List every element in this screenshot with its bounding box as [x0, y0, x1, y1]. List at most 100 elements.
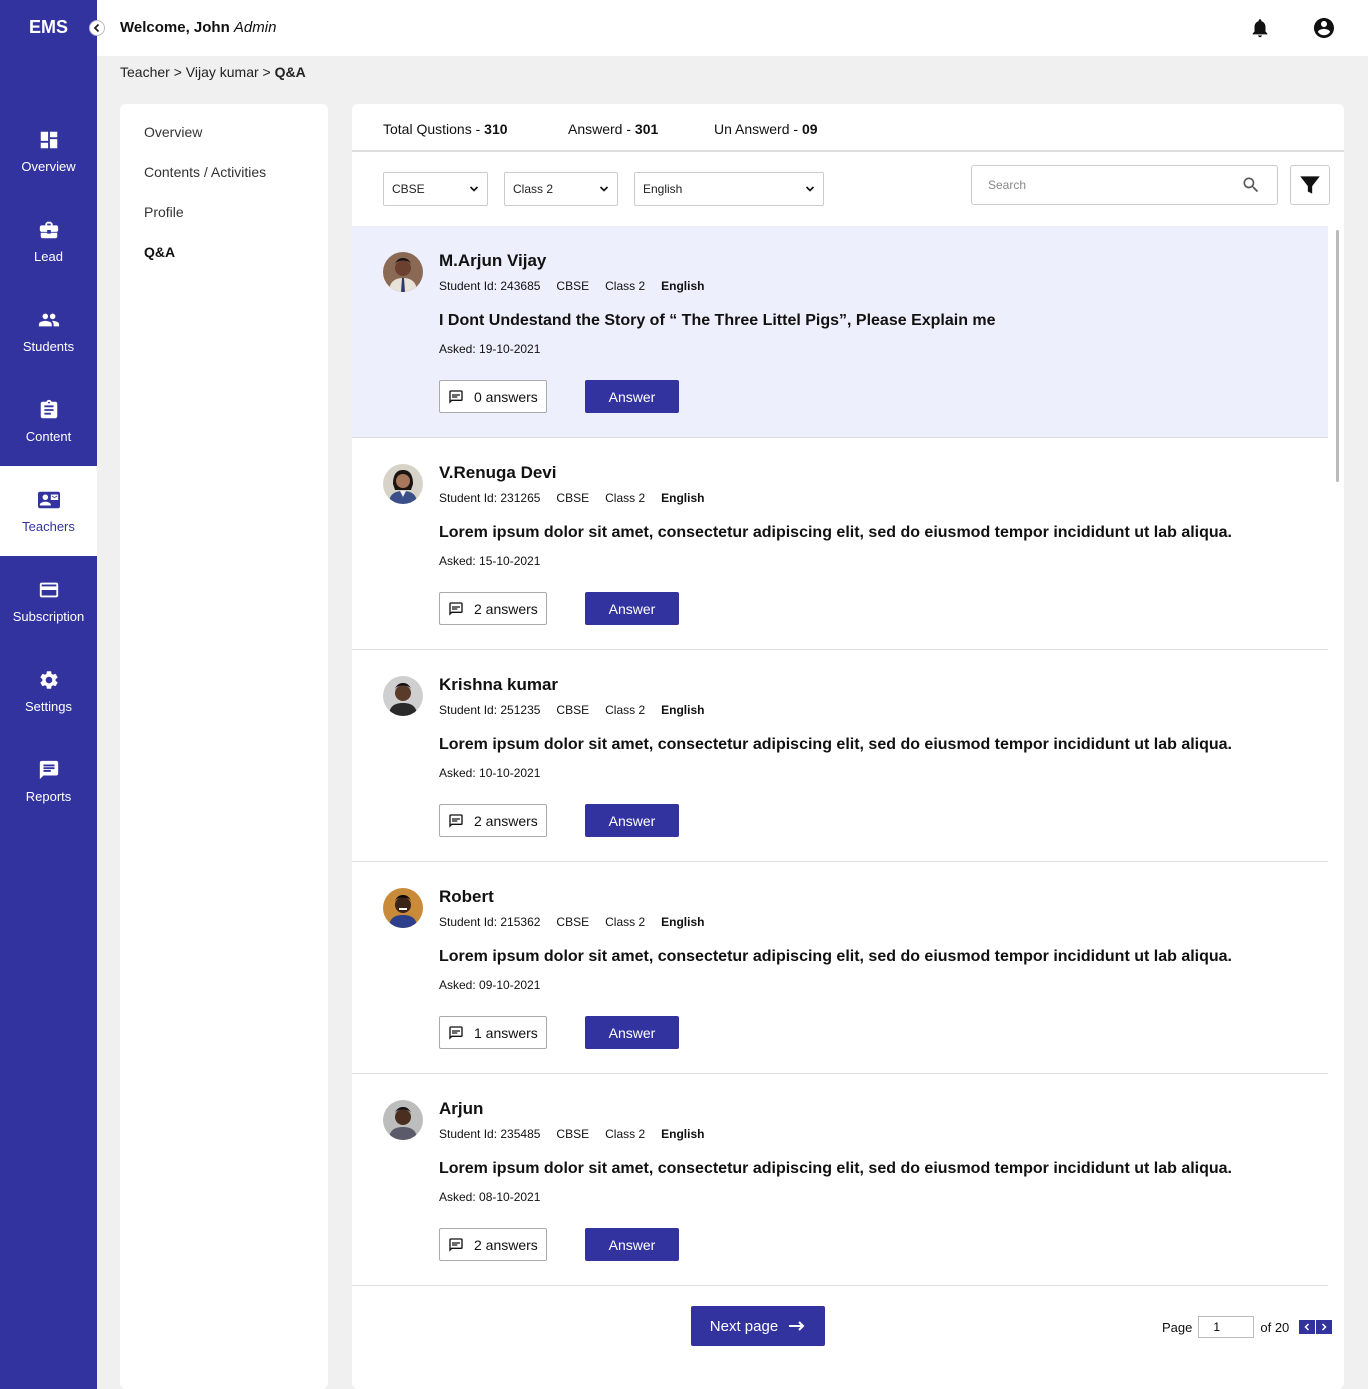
subnav-qa[interactable]: Q&A — [144, 244, 175, 260]
bell-icon — [1252, 19, 1268, 38]
question-item: V.Renuga Devi Student Id: 231265 CBSE Cl… — [352, 438, 1328, 650]
answers-count: 0 answers — [474, 388, 538, 405]
student-subject: English — [661, 1127, 705, 1141]
student-name: V.Renuga Devi — [439, 463, 557, 482]
chevron-left-icon — [93, 23, 100, 33]
sidebar-item-lead[interactable]: Lead — [0, 196, 97, 286]
stat-value: 301 — [634, 121, 659, 137]
student-board: CBSE — [556, 1127, 590, 1141]
student-id: Student Id: 215362 — [439, 915, 541, 929]
comment-icon — [449, 1237, 463, 1252]
class-select-value: Class 2 — [513, 182, 554, 196]
app-logo: EMS — [28, 17, 68, 37]
account-button[interactable] — [1312, 16, 1336, 45]
breadcrumb-name[interactable]: Vijay kumar — [186, 64, 259, 80]
pagination: Next page Page of 20 — [352, 1306, 1344, 1348]
welcome-name: Welcome, John — [120, 19, 230, 36]
page-number-input[interactable] — [1198, 1316, 1255, 1338]
sidebar-item-settings[interactable]: Settings — [0, 646, 97, 736]
sidebar-item-teachers[interactable]: Teachers — [0, 466, 97, 556]
filter-button[interactable] — [1290, 165, 1330, 205]
subnav-overview[interactable]: Overview — [144, 124, 202, 140]
answer-button[interactable]: Answer — [585, 592, 679, 625]
subnav-contents-activities[interactable]: Contents / Activities — [144, 164, 266, 180]
asked-date: Asked: 19-10-2021 — [439, 342, 541, 356]
answer-button[interactable]: Answer — [585, 1016, 679, 1049]
student-class: Class 2 — [605, 1127, 646, 1141]
subnav-profile[interactable]: Profile — [144, 204, 184, 220]
sidebar: EMS Overview Lead Students Content Teach… — [0, 0, 97, 1389]
class-select[interactable]: Class 2 — [504, 172, 618, 206]
chevron-down-icon — [469, 186, 479, 192]
notifications-button[interactable] — [1249, 17, 1271, 44]
answers-count-button[interactable]: 2 answers — [439, 592, 547, 625]
answers-count-button[interactable]: 1 answers — [439, 1016, 547, 1049]
breadcrumb-teacher[interactable]: Teacher — [120, 64, 170, 80]
student-meta: Student Id: 243685 CBSE Class 2 English — [439, 279, 704, 293]
qa-panel: Total Qustions - 310 Answerd - 301 Un An… — [352, 104, 1344, 1389]
teacher-subnav: Overview Contents / Activities Profile Q… — [120, 104, 328, 1389]
question-item: Robert Student Id: 215362 CBSE Class 2 E… — [352, 862, 1328, 1074]
student-name: Arjun — [439, 1099, 484, 1118]
answers-count-button[interactable]: 2 answers — [439, 804, 547, 837]
answers-count-button[interactable]: 0 answers — [439, 380, 547, 413]
stats-bar: Total Qustions - 310 Answerd - 301 Un An… — [352, 104, 1344, 152]
gear-icon — [39, 670, 58, 689]
student-class: Class 2 — [605, 915, 646, 929]
comment-icon — [449, 601, 463, 616]
contact-mail-icon — [37, 491, 60, 508]
answer-button[interactable]: Answer — [585, 380, 679, 413]
user-role: Admin — [233, 19, 277, 36]
sidebar-item-students[interactable]: Students — [0, 286, 97, 376]
breadcrumb-current: Q&A — [274, 64, 306, 80]
people-icon — [38, 313, 59, 326]
student-class: Class 2 — [605, 491, 646, 505]
student-avatar-icon — [383, 1100, 423, 1140]
comment-icon — [449, 1025, 463, 1040]
subject-select-value: English — [643, 182, 683, 196]
sidebar-item-reports[interactable]: Reports — [0, 736, 97, 826]
sidebar-item-label: Settings — [25, 698, 72, 714]
answers-count: 2 answers — [474, 812, 538, 829]
comment-icon — [449, 813, 463, 828]
next-page-button[interactable]: Next page — [691, 1306, 825, 1346]
sidebar-item-label: Reports — [25, 788, 72, 804]
avatar — [383, 252, 423, 292]
sidebar-item-label: Teachers — [22, 518, 75, 534]
student-name: M.Arjun Vijay — [439, 251, 547, 270]
chevron-right-icon — [1322, 1323, 1327, 1331]
search-icon[interactable] — [1241, 175, 1261, 195]
search-input[interactable] — [988, 178, 1208, 192]
stat-label: Un Answerd - — [714, 121, 799, 137]
asked-date: Asked: 10-10-2021 — [439, 766, 541, 780]
clipboard-icon — [40, 399, 57, 418]
chevron-down-icon — [805, 186, 815, 192]
next-page-arrow-button[interactable] — [1316, 1320, 1333, 1334]
sidebar-item-label: Content — [25, 428, 72, 444]
page-label: Page — [1162, 1319, 1193, 1335]
stat-label: Answerd - — [568, 121, 632, 137]
student-class: Class 2 — [605, 279, 646, 293]
question-text: Lorem ipsum dolor sit amet, consectetur … — [439, 524, 1232, 541]
student-avatar-icon — [383, 464, 423, 504]
collapse-sidebar-button[interactable] — [89, 20, 105, 36]
sidebar-item-overview[interactable]: Overview — [0, 106, 97, 196]
student-id: Student Id: 251235 — [439, 703, 541, 717]
board-select[interactable]: CBSE — [383, 172, 488, 206]
page-arrows — [1299, 1320, 1333, 1334]
prev-page-button[interactable] — [1299, 1320, 1316, 1334]
student-meta: Student Id: 215362 CBSE Class 2 English — [439, 915, 704, 929]
answers-count-button[interactable]: 2 answers — [439, 1228, 547, 1261]
answer-button[interactable]: Answer — [585, 804, 679, 837]
total-questions-stat: Total Qustions - 310 — [383, 121, 508, 137]
answer-button[interactable]: Answer — [585, 1228, 679, 1261]
stat-value: 09 — [801, 121, 818, 137]
board-select-value: CBSE — [392, 182, 425, 196]
subject-select[interactable]: English — [634, 172, 824, 206]
sidebar-item-content[interactable]: Content — [0, 376, 97, 466]
arrow-right-icon — [789, 1321, 805, 1331]
scrollbar[interactable] — [1336, 230, 1339, 482]
answered-stat: Answerd - 301 — [568, 121, 658, 137]
search-box — [971, 165, 1278, 205]
sidebar-item-subscription[interactable]: Subscription — [0, 556, 97, 646]
